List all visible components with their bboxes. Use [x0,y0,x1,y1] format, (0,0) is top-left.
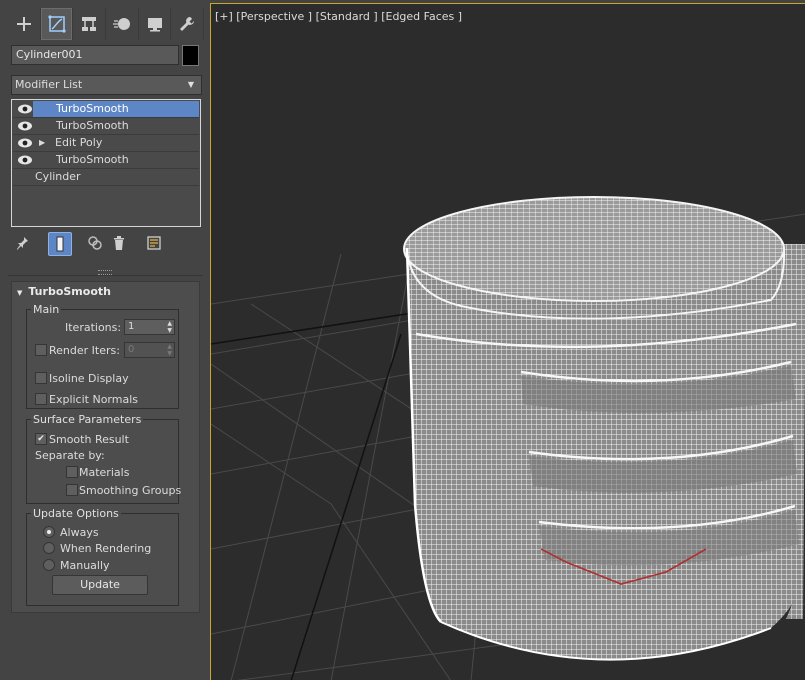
wireframe-cylinder [403,196,805,661]
stack-item-label: Cylinder [35,170,81,183]
object-name-input[interactable]: Cylinder001 [11,45,179,65]
always-label: Always [60,526,99,539]
manually-radio[interactable] [43,559,55,571]
wrench-icon [180,17,195,31]
turbosmooth-rollout: ▼ TurboSmooth Main Iterations: 1 ▲ ▼ Rende… [11,281,200,613]
isoline-display-label: Isoline Display [49,372,129,385]
pin-stack-button[interactable] [11,232,33,254]
iterations-value: 1 [128,321,135,332]
trash-icon [114,236,124,250]
viewport-scene [211,196,805,680]
stack-item-turbosmooth-3[interactable]: TurboSmooth [13,152,199,169]
pin-icon [17,237,28,250]
configure-modifier-sets-button[interactable] [143,232,165,254]
manually-label: Manually [60,559,110,572]
modifier-list-label: Modifier List [15,78,83,91]
update-options-title: Update Options [31,507,121,520]
smooth-result-checkbox[interactable]: ✔ [35,433,47,445]
tab-motion[interactable] [106,8,139,40]
when-rendering-radio[interactable] [43,542,55,554]
materials-checkbox[interactable] [66,466,78,478]
display-icon [147,18,162,32]
main-group-title: Main [31,303,62,316]
eye-icon[interactable] [17,154,33,166]
show-end-result-button[interactable] [48,232,72,256]
main-group: Main Iterations: 1 ▲ ▼ Render Iters: 0 ▲ ▼… [26,303,179,409]
explicit-normals-label: Explicit Normals [49,393,138,406]
modifier-list-dropdown[interactable]: Modifier List ▼ [11,75,202,95]
stack-item-cylinder[interactable]: Cylinder [13,169,199,186]
smooth-result-label: Smooth Result [49,433,129,446]
motion-icon [112,18,130,30]
expand-triangle-icon[interactable]: ▶ [39,135,45,151]
rollout-header[interactable]: ▼ TurboSmooth [17,285,111,298]
surface-parameters-title: Surface Parameters [31,413,144,426]
render-iters-spinner[interactable]: 0 ▲ ▼ [124,342,175,358]
remove-modifier-button[interactable] [108,232,130,254]
stack-item-turbosmooth-2[interactable]: TurboSmooth [13,118,199,135]
isoline-display-checkbox[interactable] [35,372,47,384]
plus-icon [16,17,31,31]
modifier-stack[interactable]: TurboSmooth TurboSmooth ▶ Edit Poly Turb… [11,99,201,227]
eye-icon[interactable] [17,137,33,149]
command-panel-tabs [8,8,205,40]
tab-utilities[interactable] [171,8,205,40]
rollout-title: TurboSmooth [28,285,111,298]
dropdown-arrow-icon: ▼ [187,80,194,89]
materials-label: Materials [79,466,130,479]
make-unique-button[interactable] [84,232,106,254]
configure-icon [147,236,161,250]
eye-icon[interactable] [17,103,33,115]
iterations-spinner[interactable]: 1 ▲ ▼ [124,319,175,335]
separate-by-label: Separate by: [35,449,105,462]
iterations-label: Iterations: [65,321,122,334]
stack-item-label: TurboSmooth [56,119,129,132]
tab-display[interactable] [139,8,172,40]
panel-divider [8,275,203,276]
surface-parameters-group: Surface Parameters ✔ Smooth Result Separ… [26,413,182,504]
viewport-label[interactable]: [+] [Perspective ] [Standard ] [Edged Fa… [215,10,462,23]
smoothing-groups-checkbox[interactable] [66,484,78,496]
render-iters-value: 0 [128,344,135,355]
stack-item-label: TurboSmooth [56,153,129,166]
object-color-swatch[interactable] [182,45,199,66]
stack-item-label: Edit Poly [55,136,103,149]
collapse-triangle-icon: ▼ [17,289,23,297]
spinner-arrows-icon[interactable]: ▲ ▼ [167,320,172,334]
spinner-arrows-icon[interactable]: ▲ ▼ [167,343,172,357]
smoothing-groups-label: Smoothing Groups [79,484,182,497]
hierarchy-icon [82,17,97,31]
modifier-stack-toolbar [11,232,201,256]
tab-hierarchy[interactable] [73,8,107,40]
always-radio[interactable] [43,526,55,538]
end-result-icon [56,236,64,252]
render-iters-label: Render Iters: [49,344,120,357]
make-unique-icon [88,236,102,250]
perspective-viewport[interactable]: [+] [Perspective ] [Standard ] [Edged Fa… [210,3,805,680]
stack-item-turbosmooth-top[interactable]: TurboSmooth [13,101,199,118]
render-iters-checkbox[interactable] [35,344,47,356]
stack-item-edit-poly[interactable]: ▶ Edit Poly [13,135,199,152]
command-panel: Cylinder001 Modifier List ▼ TurboSmooth … [0,0,207,680]
when-rendering-label: When Rendering [60,542,152,555]
modify-icon [47,15,66,33]
tab-modify[interactable] [40,8,74,40]
stack-item-label: TurboSmooth [56,102,129,115]
tab-create[interactable] [8,8,41,40]
eye-icon[interactable] [17,120,33,132]
explicit-normals-checkbox[interactable] [35,393,47,405]
update-button[interactable]: Update [52,575,148,595]
